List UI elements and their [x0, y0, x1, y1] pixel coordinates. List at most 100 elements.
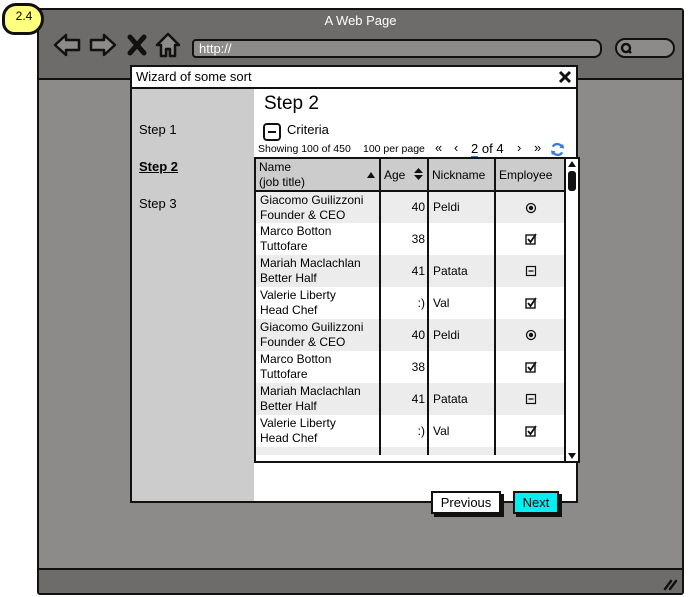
cell-nickname: Peldi	[428, 191, 496, 223]
annotation-badge: 2.4	[2, 3, 44, 35]
wizard-dialog: Wizard of some sort Step 1 Step 2 Step 3…	[130, 65, 580, 514]
url-input[interactable]: http://	[192, 39, 602, 58]
grid-header-row: Name (job title) Age Nickname Employee	[256, 159, 572, 192]
cell-name: Mariah Maclachlan Better Half	[256, 255, 381, 287]
cell-empty	[256, 447, 381, 455]
home-icon[interactable]	[153, 31, 183, 59]
prev-page-button[interactable]: ‹	[454, 140, 458, 155]
wizard-content: Step 2 Criteria Showing 100 of 450 100 p…	[254, 89, 580, 514]
search-input[interactable]	[615, 38, 675, 58]
cell-nickname	[428, 223, 496, 255]
job-title: Better Half	[260, 399, 317, 413]
person-name: Mariah Maclachlan	[260, 384, 361, 398]
resize-icon[interactable]	[662, 575, 678, 591]
cell-nickname: Patata	[428, 255, 496, 287]
radio-selected-icon[interactable]	[525, 202, 537, 214]
cell-age: :)	[380, 415, 429, 447]
table-row[interactable]: Giacomo Guilizzoni Founder & CEO 40 Peldi	[256, 319, 566, 351]
radio-selected-icon[interactable]	[525, 329, 537, 341]
grid-scrollbar[interactable]	[564, 159, 578, 461]
next-page-button[interactable]: ›	[517, 140, 521, 155]
cell-employee[interactable]	[495, 383, 566, 415]
cell-age: 40	[380, 319, 429, 351]
refresh-icon[interactable]	[550, 142, 565, 157]
person-name: Marco Botton	[260, 352, 332, 366]
table-row[interactable]: Valerie Liberty Head Chef:) Val	[256, 287, 566, 319]
cell-age: :)	[380, 287, 429, 319]
checkbox-indeterminate-icon[interactable]	[525, 265, 537, 277]
checkbox-indeterminate-icon[interactable]	[525, 393, 537, 405]
column-name-label: Name	[259, 159, 292, 174]
cell-age: 38	[380, 351, 429, 383]
cell-nickname	[428, 351, 496, 383]
cell-nickname: Val	[428, 287, 496, 319]
table-row[interactable]: Mariah Maclachlan Better Half 41 Patata	[256, 255, 566, 287]
column-name-sublabel: (job title)	[259, 174, 306, 189]
column-header-nickname[interactable]: Nickname	[428, 159, 496, 192]
last-page-button[interactable]: »	[534, 140, 541, 155]
cell-employee[interactable]	[495, 415, 566, 447]
collapse-icon[interactable]	[263, 123, 281, 141]
dialog-title: Wizard of some sort	[136, 69, 252, 84]
checkbox-checked-icon[interactable]	[525, 297, 537, 310]
job-title: Head Chef	[260, 303, 318, 317]
job-title: Better Half	[260, 271, 317, 285]
column-nickname-label: Nickname	[432, 167, 486, 182]
scroll-thumb[interactable]	[568, 171, 576, 191]
step-link-2[interactable]: Step 2	[139, 159, 178, 174]
checkbox-checked-icon[interactable]	[525, 233, 537, 246]
column-header-age[interactable]: Age	[380, 159, 429, 192]
person-name: Valerie Liberty	[260, 416, 336, 430]
cell-nickname: Val	[428, 415, 496, 447]
checkbox-checked-icon[interactable]	[525, 361, 537, 374]
cell-employee[interactable]	[495, 319, 566, 351]
column-header-employee[interactable]: Employee	[495, 159, 572, 192]
job-title: Head Chef	[260, 431, 318, 445]
cell-name: Marco Botton Tuttofare	[256, 223, 381, 255]
column-header-name[interactable]: Name (job title)	[256, 159, 381, 192]
next-button[interactable]: Next	[513, 491, 559, 514]
scroll-up-arrow-icon[interactable]	[567, 160, 577, 168]
cell-employee[interactable]	[495, 191, 566, 223]
table-row[interactable]: Giacomo Guilizzoni Founder & CEO 40 Peldi	[256, 191, 566, 223]
cell-employee[interactable]	[495, 351, 566, 383]
person-name: Valerie Liberty	[260, 288, 336, 302]
step-link-1[interactable]: Step 1	[139, 122, 177, 137]
stop-icon[interactable]	[127, 31, 147, 59]
checkbox-checked-icon[interactable]	[525, 425, 537, 438]
cell-name: Valerie Liberty Head Chef	[256, 287, 381, 319]
table-row[interactable]: Marco Botton Tuttofare 38	[256, 223, 566, 255]
close-icon[interactable]	[558, 70, 572, 84]
cell-empty	[428, 447, 496, 455]
cell-age: 40	[380, 191, 429, 223]
first-page-button[interactable]: «	[435, 140, 442, 155]
search-icon	[620, 42, 632, 54]
current-page-input[interactable]: 2	[471, 141, 479, 158]
per-page-select[interactable]: 100 per page	[363, 143, 425, 155]
forward-icon[interactable]	[88, 31, 118, 59]
person-name: Giacomo Guilizzoni	[260, 320, 364, 334]
step-title: Step 2	[264, 93, 319, 114]
cell-employee[interactable]	[495, 287, 566, 319]
person-name: Giacomo Guilizzoni	[260, 192, 364, 207]
cell-employee[interactable]	[495, 223, 566, 255]
cell-name: Marco Botton Tuttofare	[256, 351, 381, 383]
back-icon[interactable]	[52, 31, 82, 59]
cell-nickname: Peldi	[428, 319, 496, 351]
criteria-label: Criteria	[287, 122, 329, 137]
cell-employee[interactable]	[495, 255, 566, 287]
sort-ascending-icon[interactable]	[367, 172, 375, 178]
table-row[interactable]: Valerie Liberty Head Chef:) Val	[256, 415, 566, 447]
sort-both-icon[interactable]	[414, 168, 423, 180]
cell-age: 41	[380, 383, 429, 415]
table-row[interactable]: Mariah Maclachlan Better Half 41 Patata	[256, 383, 566, 415]
cell-empty	[380, 447, 429, 455]
cell-empty	[495, 447, 566, 455]
table-row[interactable]: Marco Botton Tuttofare 38	[256, 351, 566, 383]
previous-button[interactable]: Previous	[431, 491, 501, 514]
step-link-3[interactable]: Step 3	[139, 196, 177, 211]
browser-statusbar	[39, 568, 682, 593]
scroll-down-arrow-icon[interactable]	[567, 452, 577, 460]
data-grid: Name (job title) Age Nickname Employee G…	[254, 157, 580, 463]
cell-age: 38	[380, 223, 429, 255]
